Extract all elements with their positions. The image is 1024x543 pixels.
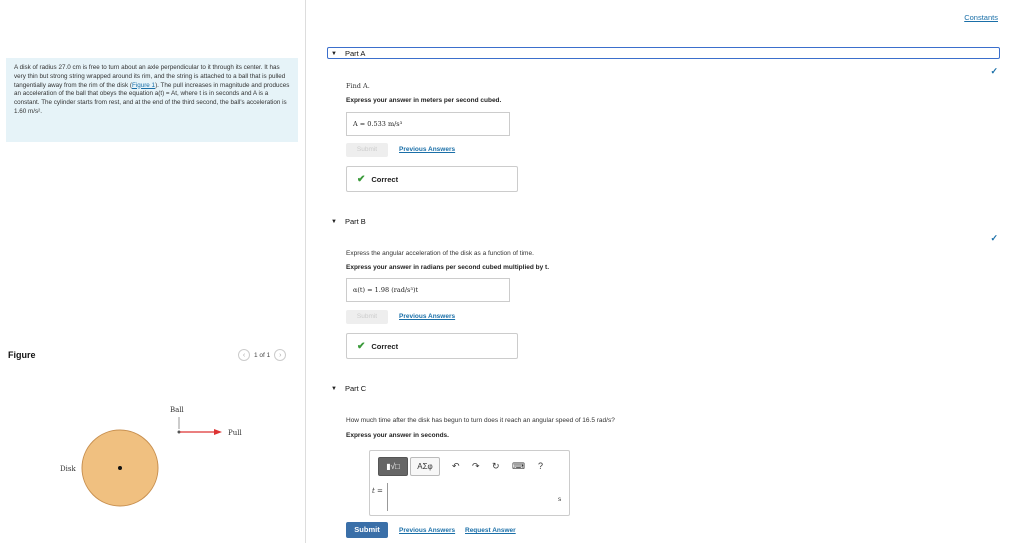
part-c-instruction: Express your answer in seconds. [346, 432, 449, 439]
help-icon[interactable]: ? [538, 461, 543, 471]
figure-pager: ‹ 1 of 1 › [238, 349, 287, 361]
collapse-icon: ▼ [331, 385, 337, 392]
part-a-focus [327, 47, 1000, 59]
part-c-prompt: How much time after the disk has begun t… [346, 417, 615, 424]
part-a-answer: A = 0.533 m/s³ [346, 112, 510, 136]
part-a-header[interactable]: ▼ Part A [331, 49, 365, 58]
correct-check-icon: ✔ [357, 340, 366, 352]
part-a-status: Correct [371, 174, 399, 184]
part-b-header[interactable]: ▼ Part B [331, 217, 366, 226]
correct-check-icon: ✔ [357, 173, 366, 185]
right-panel: Constants ▼ Part A ✓ Find A. Express you… [307, 0, 1024, 543]
part-c-title: Part C [344, 384, 367, 393]
part-c-submit-button[interactable]: Submit [346, 522, 388, 538]
part-b-previous-answers[interactable]: Previous Answers [399, 313, 455, 320]
pull-arrow-head [214, 429, 222, 435]
redo-icon[interactable]: ↷ [472, 461, 480, 472]
figure-label: Figure [8, 350, 36, 360]
figure-link[interactable]: Figure 1 [132, 82, 155, 89]
constants-link[interactable]: Constants [964, 13, 998, 22]
ball-label: Ball [170, 406, 185, 414]
chevron-left-icon[interactable]: ‹ [238, 349, 250, 361]
part-b-instruction: Express your answer in radians per secon… [346, 264, 550, 271]
part-c-header[interactable]: ▼ Part C [331, 384, 366, 393]
part-c-request-answer[interactable]: Request Answer [465, 527, 516, 534]
disk-center [118, 466, 122, 470]
part-b-status: Correct [371, 341, 399, 351]
part-c-previous-answers[interactable]: Previous Answers [399, 527, 455, 534]
undo-icon[interactable]: ↶ [452, 461, 460, 472]
disk-figure: Ball Pull Disk [60, 406, 242, 507]
pull-label: Pull [228, 429, 242, 437]
keyboard-icon[interactable]: ⌨ [512, 461, 525, 472]
part-c-variable: t = [372, 487, 383, 495]
part-a-title: Part A [344, 49, 366, 58]
disk-label: Disk [60, 465, 76, 473]
template-tool-button[interactable]: ▮√□ [378, 457, 408, 476]
checkmark-icon: ✓ [990, 233, 998, 243]
problem-statement: A disk of radius 27.0 cm is free to turn… [6, 58, 298, 142]
checkmark-icon: ✓ [990, 66, 998, 76]
symbols-tool-button[interactable]: ΑΣφ [410, 457, 440, 476]
part-c-unit: s [558, 496, 562, 503]
reset-icon[interactable]: ↻ [492, 461, 500, 472]
part-b-correct: ✔ Correct [346, 333, 518, 359]
part-b-prompt: Express the angular acceleration of the … [346, 250, 534, 257]
collapse-icon: ▼ [331, 218, 337, 225]
part-a-correct: ✔ Correct [346, 166, 518, 192]
part-a-submit: Submit [346, 143, 388, 157]
pager-text: 1 of 1 [254, 351, 271, 359]
left-panel: A disk of radius 27.0 cm is free to turn… [0, 0, 306, 543]
part-b-submit: Submit [346, 310, 388, 324]
chevron-right-icon[interactable]: › [274, 349, 287, 361]
part-a-previous-answers[interactable]: Previous Answers [399, 146, 455, 153]
collapse-icon: ▼ [331, 50, 337, 57]
part-b-answer: α(t) = 1.98 (rad/s³)t [346, 278, 510, 302]
part-c-answer-input[interactable] [387, 483, 557, 511]
part-a-prompt: Find A. [346, 82, 370, 90]
part-a-instruction: Express your answer in meters per second… [346, 97, 502, 104]
part-b-title: Part B [344, 217, 366, 226]
